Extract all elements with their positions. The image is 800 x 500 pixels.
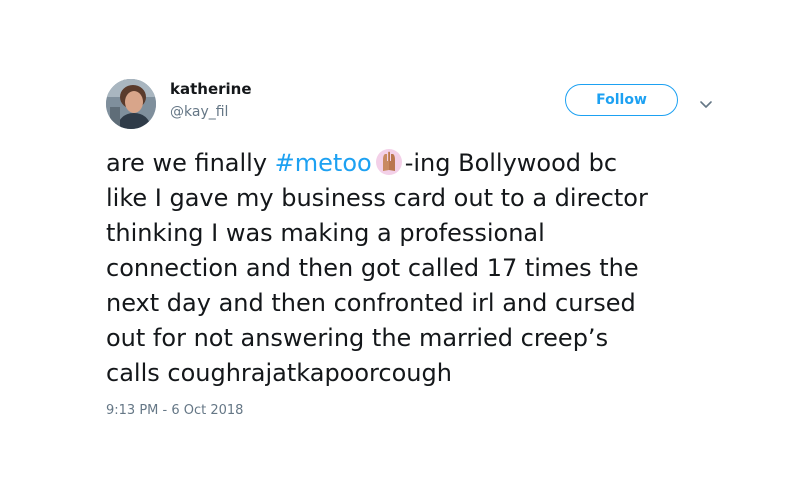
tweet-line: are we finally #metoo -ing Bollywood bc (106, 146, 746, 181)
avatar[interactable] (106, 79, 156, 129)
tweet-line: next day and then confronted irl and cur… (106, 289, 636, 317)
display-name[interactable]: katherine (170, 80, 252, 98)
tweet-text-segment: are we finally (106, 149, 275, 177)
tweet-line: like I gave my business card out to a di… (106, 184, 648, 212)
tweet-line: thinking I was making a professional (106, 219, 545, 247)
tweet-line: connection and then got called 17 times … (106, 254, 639, 282)
tweet-text-segment: -ing Bollywood bc (404, 149, 618, 177)
tweet-text: are we finally #metoo -ing Bollywood bc … (106, 146, 746, 391)
follow-button[interactable]: Follow (565, 84, 678, 116)
avatar-image (106, 79, 156, 129)
user-handle[interactable]: @kay_fil (170, 104, 228, 120)
tweet-timestamp[interactable]: 9:13 PM - 6 Oct 2018 (106, 403, 243, 418)
chevron-down-icon[interactable] (699, 95, 713, 108)
tweet-line: calls coughrajatkapoorcough (106, 359, 452, 387)
raising-hands-icon (375, 148, 403, 176)
hashtag-link[interactable]: #metoo (275, 149, 372, 177)
tweet-line: out for not answering the married creep’… (106, 324, 609, 352)
tweet-card: katherine @kay_fil Follow are we finally… (0, 0, 800, 500)
